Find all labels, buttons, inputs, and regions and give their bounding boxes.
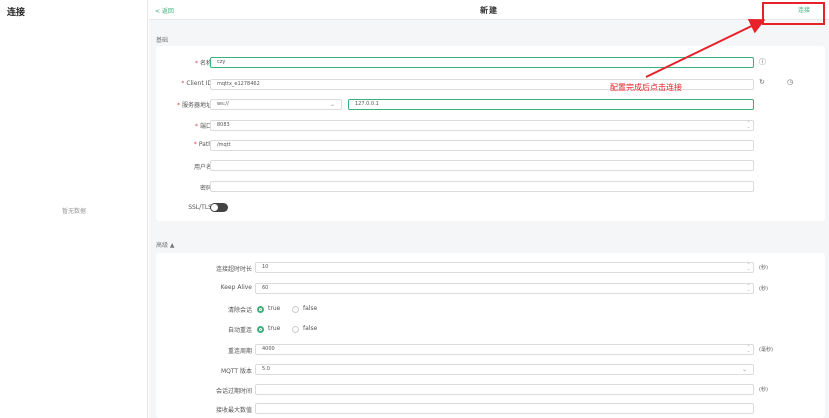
ssl-toggle[interactable] — [210, 203, 228, 212]
clean-session-false-radio[interactable] — [292, 306, 299, 313]
clean-session-label: 清除会话 — [227, 307, 252, 314]
connect-timeout-stepper[interactable]: 10 ⌃ ⌄ — [255, 262, 754, 273]
username-label: 用户名 — [193, 164, 212, 171]
port-stepper[interactable]: 8083 ⌃ ⌄ — [210, 120, 754, 131]
name-input[interactable]: czy — [210, 57, 754, 68]
port-label: * 端口 — [194, 123, 212, 130]
password-input[interactable] — [210, 181, 754, 192]
mqtt-version-label: MQTT 版本 — [220, 368, 252, 375]
ssl-label: SSL/TLS — [188, 204, 212, 211]
connect-highlight-box — [762, 2, 825, 25]
reconnect-period-unit: (毫秒) — [759, 347, 773, 353]
clean-session-true-radio[interactable] — [257, 306, 264, 313]
auto-reconnect-label: 自动重连 — [227, 327, 252, 334]
page-title: 新建 — [480, 6, 498, 15]
stepper-arrows-icon[interactable]: ⌃ ⌄ — [746, 121, 751, 129]
username-input[interactable] — [210, 160, 754, 171]
stepper-arrows-icon[interactable]: ⌃ ⌄ — [746, 284, 751, 292]
advanced-card: 连接超时时长 10 ⌃ ⌄ (秒) Keep Alive 60 ⌃ ⌄ (秒) 清除… — [156, 253, 825, 418]
connections-sidebar: 连接 暂无数据 — [0, 0, 148, 418]
protocol-select[interactable]: ws:// ⌄ — [210, 99, 342, 110]
connect-timeout-label: 连接超时时长 — [215, 266, 252, 273]
chevron-down-icon: ⌄ — [329, 101, 335, 108]
chevron-down-icon: ⌄ — [741, 366, 747, 373]
auto-reconnect-true-label[interactable]: true — [268, 325, 280, 332]
refresh-icon[interactable]: ↻ — [759, 78, 765, 86]
sidebar-title: 连接 — [7, 8, 26, 18]
clean-session-false-label[interactable]: false — [303, 305, 317, 312]
basic-card: * 名称 czy ⓘ * Client ID mqttx_e1278462 ↻ ◷ … — [156, 46, 825, 221]
reconnect-period-value: 4000 — [262, 346, 275, 352]
password-label: 密码 — [199, 185, 212, 192]
session-expiry-input[interactable] — [255, 384, 754, 395]
mqtt-version-select[interactable]: 5.0 ⌄ — [255, 364, 754, 375]
keep-alive-stepper[interactable]: 60 ⌃ ⌄ — [255, 283, 754, 294]
path-label: * Path — [193, 141, 212, 148]
connect-timeout-unit: (秒) — [759, 265, 768, 271]
session-expiry-unit: (秒) — [759, 387, 768, 393]
keep-alive-value: 60 — [262, 285, 269, 291]
port-value: 8083 — [217, 122, 230, 128]
protocol-value: ws:// — [217, 101, 229, 107]
empty-state-text: 暂无数据 — [61, 208, 86, 215]
auto-reconnect-false-label[interactable]: false — [303, 325, 317, 332]
top-bar: < 返回 新建 连接 — [149, 0, 829, 20]
reconnect-period-label: 重连周期 — [227, 348, 252, 355]
client-id-label: * Client ID — [181, 80, 212, 87]
receive-maximum-input[interactable] — [255, 403, 754, 414]
path-input[interactable]: /mqtt — [210, 140, 754, 151]
auto-reconnect-true-radio[interactable] — [257, 326, 264, 333]
main-panel: < 返回 新建 连接 基础 * 名称 czy ⓘ * Client ID mqttx… — [149, 0, 829, 418]
session-expiry-label: 会话过期时间 — [215, 388, 252, 395]
stepper-arrows-icon[interactable]: ⌃ ⌄ — [746, 263, 751, 271]
host-input[interactable]: 127.0.0.1 — [348, 99, 754, 110]
section-label-basic: 基础 — [156, 37, 169, 44]
receive-maximum-label: 接收最大数值 — [215, 407, 252, 414]
clock-icon[interactable]: ◷ — [787, 78, 793, 86]
mqtt-version-value: 5.0 — [262, 366, 270, 372]
info-circle-icon[interactable]: ⓘ — [759, 57, 766, 67]
section-label-advanced[interactable]: 高级 ▲ — [156, 240, 175, 249]
connect-timeout-value: 10 — [262, 264, 269, 270]
stepper-arrows-icon[interactable]: ⌃ ⌄ — [746, 345, 751, 353]
toggle-knob — [211, 204, 218, 211]
keep-alive-label: Keep Alive — [220, 284, 252, 291]
host-label: * 服务器地址 — [176, 102, 212, 109]
auto-reconnect-false-radio[interactable] — [292, 326, 299, 333]
clean-session-true-label[interactable]: true — [268, 305, 280, 312]
reconnect-period-stepper[interactable]: 4000 ⌃ ⌄ — [255, 344, 754, 355]
keep-alive-unit: (秒) — [759, 286, 768, 292]
name-label: * 名称 — [194, 60, 212, 67]
annotation-text: 配置完成后点击连接 — [610, 83, 682, 92]
